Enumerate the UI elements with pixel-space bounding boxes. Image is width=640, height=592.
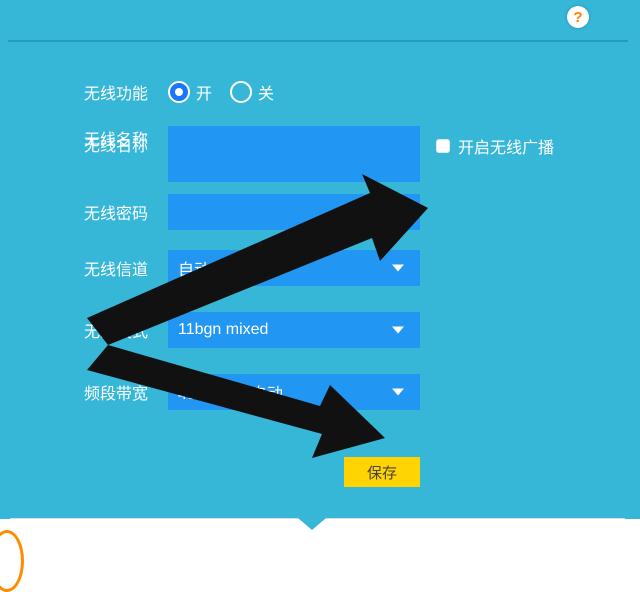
label-password: 无线密码: [84, 200, 168, 224]
panel-notch-icon: [298, 518, 326, 530]
select-bandwidth-value: 40/20MHz自动: [178, 380, 283, 404]
row-password: 无线密码: [84, 194, 420, 230]
ssid-field-backdrop: [168, 126, 420, 182]
select-channel[interactable]: 自动: [168, 250, 420, 286]
top-strip: [0, 0, 640, 44]
settings-panel: 无线功能 开 关 无线名称 无线名称 开启无线广播 无线密码 无线信道: [0, 44, 640, 519]
label-mode: 无线模式: [84, 318, 168, 342]
input-password[interactable]: [168, 194, 420, 230]
save-button[interactable]: 保存: [344, 457, 420, 487]
help-icon: ?: [573, 9, 582, 26]
radio-wireless-off[interactable]: [230, 81, 252, 103]
row-wireless-enable: 无线功能 开 关: [84, 80, 292, 104]
select-channel-value: 自动: [178, 256, 210, 280]
select-mode-value: 11bgn mixed: [178, 321, 268, 339]
chevron-down-icon: [392, 327, 404, 334]
page-root: ? 无线功能 开 关 无线名称 无线名称 开启无线广播 无线密码: [0, 0, 640, 553]
select-mode[interactable]: 11bgn mixed: [168, 312, 420, 348]
radio-wireless-on-label: 开: [196, 80, 212, 104]
chevron-down-icon: [392, 389, 404, 396]
radio-wireless-on[interactable]: [168, 81, 190, 103]
row-bandwidth: 频段带宽 40/20MHz自动: [84, 374, 420, 410]
decorative-arc: [0, 530, 24, 592]
row-broadcast: 开启无线广播: [436, 134, 554, 158]
row-ssid-front: 无线名称: [84, 126, 168, 150]
chevron-down-icon: [392, 265, 404, 272]
radio-wireless-off-label: 关: [258, 80, 274, 104]
label-wireless-enable: 无线功能: [84, 80, 168, 104]
checkbox-broadcast[interactable]: [436, 139, 450, 153]
header-separator: [8, 40, 628, 42]
select-bandwidth[interactable]: 40/20MHz自动: [168, 374, 420, 410]
row-mode: 无线模式 11bgn mixed: [84, 312, 420, 348]
label-channel: 无线信道: [84, 256, 168, 280]
label-ssid-front: 无线名称: [84, 126, 168, 150]
help-button[interactable]: ?: [567, 6, 589, 28]
save-button-label: 保存: [367, 462, 397, 483]
label-broadcast: 开启无线广播: [458, 134, 554, 158]
row-channel: 无线信道 自动: [84, 250, 420, 286]
label-bandwidth: 频段带宽: [84, 380, 168, 404]
